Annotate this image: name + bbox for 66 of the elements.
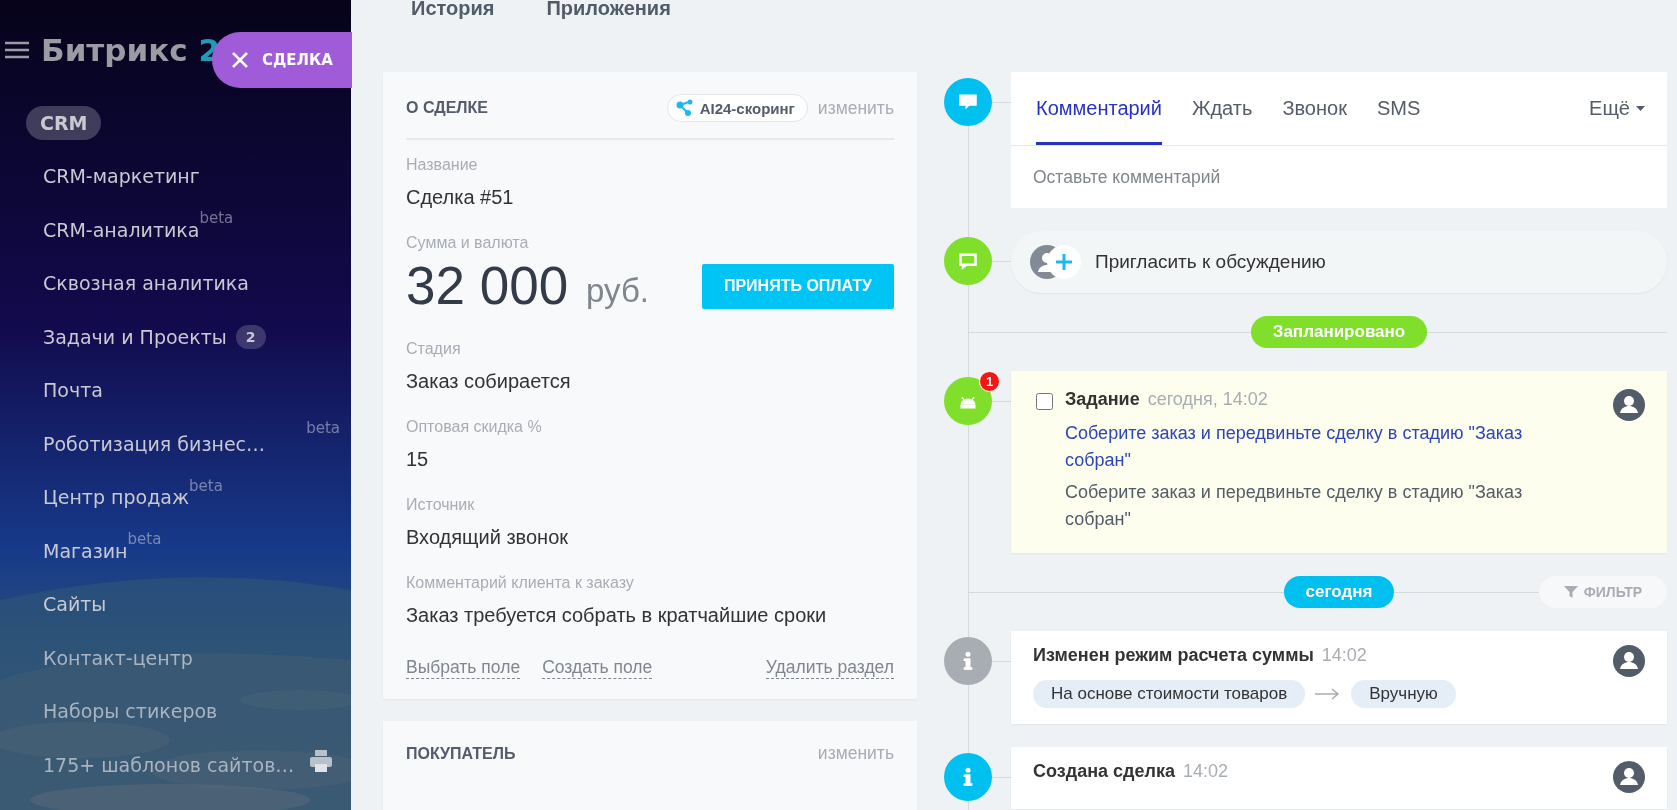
field-label: Комментарий клиента к заказу	[406, 573, 635, 593]
field-value: Входящий звонок	[406, 525, 570, 550]
sidebar-item[interactable]: CRM-маркетинг	[26, 159, 217, 194]
field-action-link[interactable]: Выбрать поле	[406, 656, 521, 679]
field-value: 15	[406, 447, 430, 472]
close-icon	[232, 52, 248, 68]
notification-counter: 1	[979, 371, 1000, 392]
sidebar-item[interactable]: 175+ шаблонов сайтов…	[26, 747, 312, 782]
field-label: Сумма и валюта	[406, 233, 530, 253]
more-menu[interactable]: Ещё	[1589, 72, 1645, 145]
printer-icon[interactable]	[308, 748, 334, 774]
amount-value: 32 000	[406, 255, 569, 317]
old-value-chip: На основе стоимости товаров	[1033, 680, 1306, 708]
field-label: Оптовая скидка %	[406, 417, 543, 437]
task-checkbox[interactable]	[1036, 393, 1053, 410]
composer-tab[interactable]: Звонок	[1282, 72, 1347, 145]
beta-label: beta	[127, 530, 162, 548]
task-link[interactable]: Соберите заказ и передвиньте сделку в стадию "Заказ собран"	[1065, 420, 1585, 474]
caret-icon	[1636, 106, 1645, 111]
field-label: Стадия	[406, 339, 462, 359]
invite-button[interactable]: Пригласить к обсуждению	[1011, 231, 1667, 293]
card-title: ПОКУПАТЕЛЬ	[406, 744, 517, 763]
sidebar-item[interactable]: Сквозная аналитика	[26, 266, 266, 301]
nodes-icon	[675, 99, 694, 117]
beta-label: beta	[306, 419, 340, 437]
event-title: Создана сделка	[1033, 761, 1175, 782]
field-action-link[interactable]: Создать поле	[542, 656, 653, 679]
sidebar-item[interactable]: Почта	[26, 373, 120, 408]
scoring-button[interactable]: AI24-скоринг	[666, 94, 808, 122]
new-value-chip: Вручную	[1351, 680, 1456, 708]
sidebar-item[interactable]: Сайты	[26, 587, 124, 622]
avatar-icon	[1613, 761, 1645, 793]
add-user-icon	[1029, 244, 1083, 280]
menu-icon[interactable]	[5, 41, 29, 59]
avatar-icon	[1613, 389, 1645, 421]
composer-tab[interactable]: Ждать	[1191, 72, 1253, 145]
field-value: Заказ собирается	[406, 369, 572, 394]
currency: руб.	[586, 272, 651, 310]
composer-tab[interactable]: SMS	[1376, 72, 1421, 145]
event-title: Изменен режим расчета суммы	[1033, 645, 1314, 666]
task-time: сегодня, 14:02	[1147, 389, 1268, 410]
sidebar-item[interactable]: Наборы стикеров	[26, 694, 235, 729]
arrow-icon	[1315, 688, 1342, 700]
filter-icon	[1563, 585, 1578, 599]
field-label: Источник	[406, 495, 476, 515]
field-value: Сделка #51	[406, 185, 515, 210]
date-separator: Запланировано	[1250, 316, 1428, 348]
top-tab[interactable]: Приложения	[546, 0, 671, 20]
top-tab[interactable]: История	[411, 0, 495, 20]
avatar-icon	[1613, 645, 1645, 677]
event-time: 14:02	[1182, 761, 1228, 782]
counter-badge: 2	[235, 324, 266, 349]
task-title: Задание	[1065, 389, 1140, 410]
card-title: О СДЕЛКЕ	[406, 99, 489, 117]
sidebar-item[interactable]: Роботизация бизнес…	[26, 426, 283, 461]
beta-label: beta	[189, 476, 223, 495]
sidebar-item[interactable]: Контакт-центр	[26, 640, 210, 675]
event-time: 14:02	[1321, 645, 1367, 666]
beta-label: beta	[199, 209, 234, 227]
delete-section-link[interactable]: Удалить раздел	[765, 656, 894, 679]
field-label: Название	[406, 155, 479, 175]
field-value: Заказ требуется собрать в кратчайшие сроки	[406, 603, 828, 628]
date-separator: сегодня	[1283, 576, 1395, 608]
comment-field[interactable]: Оставьте комментарий	[1011, 146, 1667, 208]
sidebar-item[interactable]: CRM	[26, 105, 102, 140]
task-description: Соберите заказ и передвиньте сделку в стадию "Заказ собран"	[1065, 481, 1524, 531]
